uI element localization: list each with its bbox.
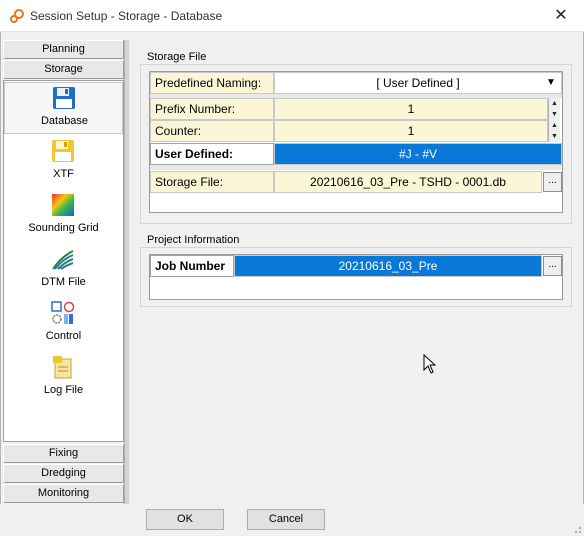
spin-up-icon[interactable]: ▲ [549, 120, 560, 131]
job-number-row: Job Number 20210616_03_Pre ... [150, 255, 562, 277]
project-info-group: Job Number 20210616_03_Pre ... [140, 247, 572, 307]
nav-item-label: Control [45, 330, 82, 342]
resize-grip-icon[interactable] [572, 524, 582, 534]
user-defined-input[interactable]: #J - #V [274, 143, 562, 165]
nav-item-label: Sounding Grid [28, 222, 99, 234]
nav-item-control[interactable]: Control [4, 298, 123, 350]
nav-item-xtf[interactable]: XTF [4, 136, 123, 188]
nav-item-dtm-file[interactable]: DTM File [4, 244, 123, 296]
nav-item-label: Database [40, 115, 89, 127]
storage-items-panel: Database XTF Sounding Grid DTM File Cont… [3, 80, 124, 442]
control-icon [51, 301, 75, 324]
nav-header-storage[interactable]: Storage [3, 60, 124, 79]
chevron-down-icon[interactable]: ▼ [543, 75, 559, 91]
gear-app-icon [10, 9, 24, 23]
storage-file-browse-button[interactable]: ... [543, 172, 562, 192]
floppy-disk-yellow-icon [52, 140, 74, 162]
storage-file-group: Predefined Naming: [ User Defined ] ▼ Pr… [140, 64, 572, 224]
predefined-naming-select[interactable]: [ User Defined ] [274, 72, 562, 94]
user-defined-label: User Defined: [150, 143, 274, 165]
nav-header-dredging[interactable]: Dredging [3, 464, 124, 483]
predefined-naming-row: Predefined Naming: [ User Defined ] ▼ [150, 72, 562, 94]
storage-file-grid: Predefined Naming: [ User Defined ] ▼ Pr… [149, 71, 563, 213]
grid-divider [150, 165, 562, 170]
project-info-group-title: Project Information [147, 234, 240, 246]
predefined-naming-value: [ User Defined ] [376, 76, 460, 90]
project-info-grid: Job Number 20210616_03_Pre ... [149, 254, 563, 300]
sounding-grid-icon [52, 194, 74, 216]
storage-file-row: Storage File: 20210616_03_Pre - TSHD - 0… [150, 171, 562, 193]
prefix-number-row: Prefix Number: 1 ▲ ▼ [150, 98, 562, 120]
log-file-icon [53, 356, 72, 379]
title-bar: Session Setup - Storage - Database ✕ [0, 0, 584, 32]
job-number-label: Job Number [150, 255, 234, 277]
job-number-input[interactable]: 20210616_03_Pre [234, 255, 542, 277]
storage-file-label: Storage File: [150, 171, 274, 193]
nav-item-database[interactable]: Database [4, 82, 123, 134]
spin-down-icon[interactable]: ▼ [549, 109, 560, 120]
counter-row: Counter: 1 ▲ ▼ [150, 120, 562, 142]
nav-header-monitoring[interactable]: Monitoring [3, 484, 124, 503]
storage-file-group-title: Storage File [147, 51, 207, 63]
nav-item-log-file[interactable]: Log File [4, 352, 123, 404]
ok-button[interactable]: OK [146, 509, 224, 530]
nav-item-label: Log File [43, 384, 84, 396]
floppy-disk-blue-icon [53, 87, 75, 109]
cancel-button[interactable]: Cancel [247, 509, 325, 530]
nav-item-label: XTF [53, 168, 74, 180]
nav-item-label: DTM File [41, 276, 86, 288]
prefix-number-input[interactable]: 1 [274, 98, 548, 120]
user-defined-row: User Defined: #J - #V [150, 143, 562, 165]
navigation-panel: Planning Storage Database XTF Sounding G… [1, 40, 129, 504]
counter-stepper[interactable]: ▲ ▼ [548, 120, 560, 142]
nav-splitter[interactable] [124, 40, 129, 504]
job-number-browse-button[interactable]: ... [543, 256, 562, 276]
dtm-file-icon [52, 250, 74, 270]
window-title: Session Setup - Storage - Database [30, 9, 223, 23]
close-button[interactable]: ✕ [538, 0, 584, 32]
spin-up-icon[interactable]: ▲ [549, 98, 560, 109]
nav-header-fixing[interactable]: Fixing [3, 444, 124, 463]
counter-label: Counter: [150, 120, 274, 142]
prefix-number-label: Prefix Number: [150, 98, 274, 120]
spin-down-icon[interactable]: ▼ [549, 131, 560, 142]
prefix-number-stepper[interactable]: ▲ ▼ [548, 98, 560, 120]
nav-item-sounding-grid[interactable]: Sounding Grid [4, 190, 123, 242]
storage-file-value[interactable]: 20210616_03_Pre - TSHD - 0001.db [274, 171, 542, 193]
predefined-naming-label: Predefined Naming: [150, 72, 274, 94]
counter-input[interactable]: 1 [274, 120, 548, 142]
mouse-cursor-icon [423, 354, 437, 374]
nav-header-planning[interactable]: Planning [3, 40, 124, 59]
